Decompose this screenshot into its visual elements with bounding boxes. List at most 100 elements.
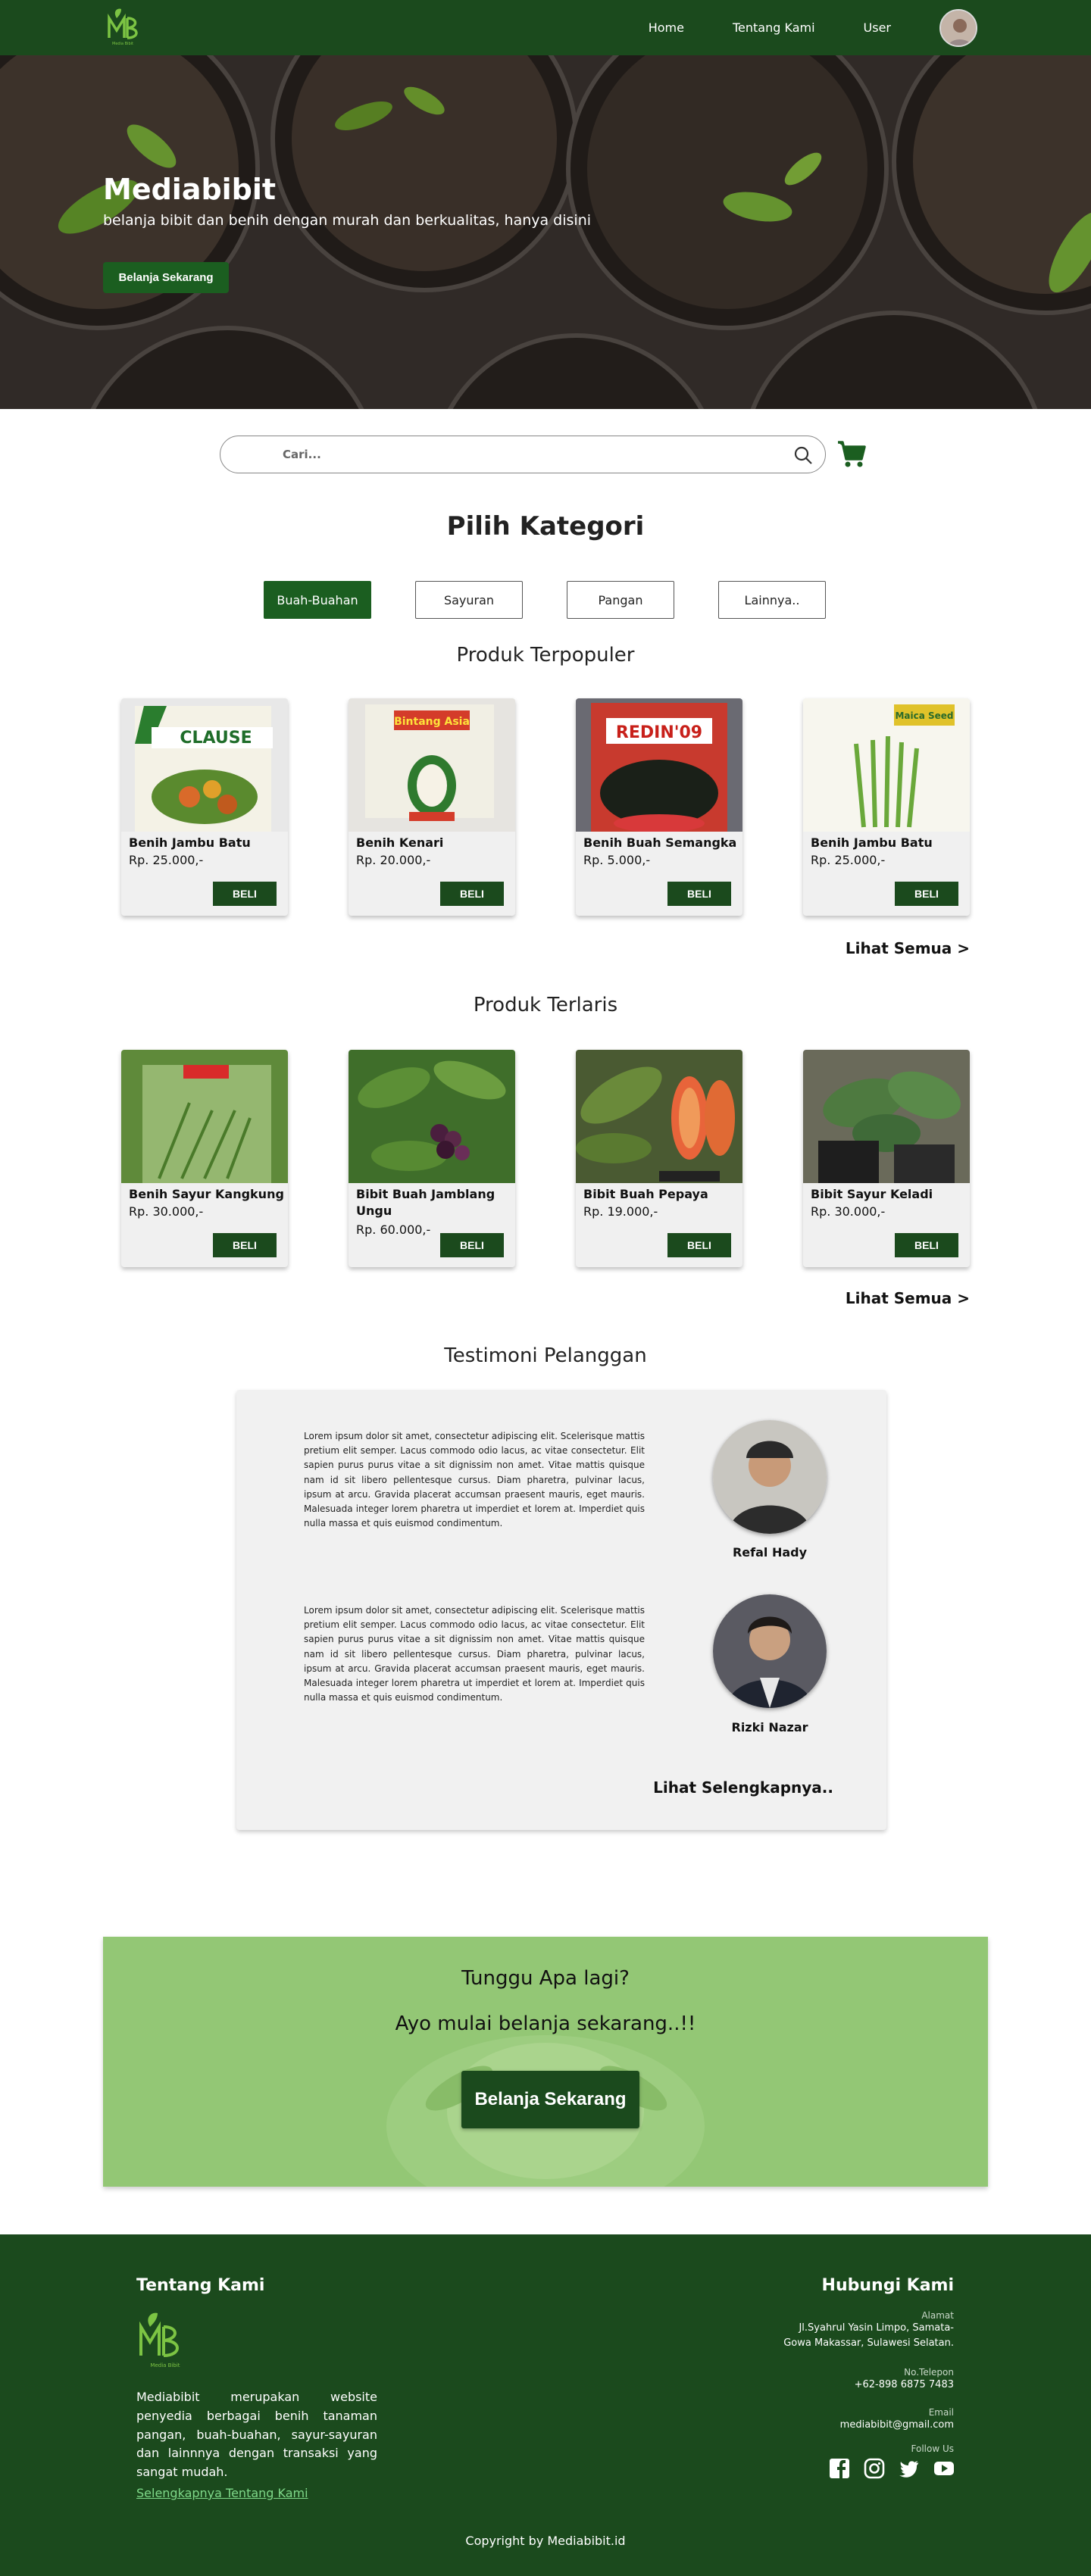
product-card[interactable]: Bibit Buah Pepaya Rp. 19.000,- BELI bbox=[576, 1050, 742, 1267]
testimonial-text: Lorem ipsum dolor sit amet, consectetur … bbox=[304, 1605, 646, 1703]
category-tab-others[interactable]: Lainnya.. bbox=[718, 581, 826, 619]
cta-subtitle: Ayo mulai belanja sekarang..!! bbox=[395, 2012, 696, 2035]
top-navbar: Media Bibit Home Tentang Kami User bbox=[0, 0, 1091, 55]
footer-about-link[interactable]: Selengkapnya Tentang Kami bbox=[136, 2486, 308, 2500]
product-price: Rp. 5.000,- bbox=[583, 853, 651, 867]
product-name: Benih Kenari bbox=[356, 835, 444, 850]
buy-button[interactable]: BELI bbox=[667, 1233, 731, 1257]
category-tab-staples[interactable]: Pangan bbox=[567, 581, 674, 619]
bestseller-see-all-link[interactable]: Lihat Semua > bbox=[846, 1289, 970, 1307]
cart-icon[interactable] bbox=[836, 439, 867, 470]
footer: Tentang Kami Media Bibit Mediabibit meru… bbox=[0, 2234, 1091, 2576]
address-label: Alamat bbox=[921, 2310, 954, 2321]
category-tab-fruits[interactable]: Buah-Buahan bbox=[264, 581, 371, 619]
testimonial-photo bbox=[713, 1420, 827, 1534]
hero-shop-now-button[interactable]: Belanja Sekarang bbox=[103, 262, 229, 293]
hero-banner: Mediabibit belanja bibit dan benih denga… bbox=[0, 55, 1091, 409]
follow-us-label: Follow Us bbox=[911, 2443, 955, 2454]
product-name: Benih Buah Semangka bbox=[583, 835, 737, 850]
testimonials-see-more-link[interactable]: Lihat Selengkapnya.. bbox=[653, 1778, 833, 1797]
cta-shop-now-button[interactable]: Belanja Sekarang bbox=[461, 2071, 639, 2128]
product-card[interactable]: REDIN'09 Benih Buah Semangka Rp. 5.000,-… bbox=[576, 698, 742, 916]
cta-question: Tunggu Apa lagi? bbox=[461, 1967, 630, 1990]
category-tab-vegetables[interactable]: Sayuran bbox=[415, 581, 523, 619]
avatar-image bbox=[941, 10, 976, 45]
product-image: Maica Seed bbox=[803, 698, 970, 832]
bestseller-products-title: Produk Terlaris bbox=[473, 994, 618, 1016]
buy-button[interactable]: BELI bbox=[213, 882, 277, 906]
social-links bbox=[829, 2458, 955, 2479]
buy-button[interactable]: BELI bbox=[440, 1233, 504, 1257]
phone-label: No.Telepon bbox=[904, 2367, 954, 2378]
footer-about-text: Mediabibit merupakan website penyedia be… bbox=[136, 2390, 377, 2480]
nav-home-link[interactable]: Home bbox=[649, 20, 684, 35]
footer-address-block: Alamat Jl.Syahrul Yasin Limpo, Samata-Go… bbox=[772, 2310, 954, 2350]
logo-icon[interactable]: Media Bibit bbox=[102, 5, 144, 47]
product-image bbox=[349, 1050, 515, 1183]
buy-button[interactable]: BELI bbox=[440, 882, 504, 906]
phone-value: +62-898 6875 7483 bbox=[854, 2379, 954, 2390]
footer-logo-icon: Media Bibit bbox=[139, 2312, 180, 2368]
user-avatar[interactable] bbox=[939, 8, 977, 47]
product-name: Bibit Buah Jamblang Ungu bbox=[356, 1187, 495, 1219]
instagram-icon[interactable] bbox=[864, 2458, 885, 2479]
product-name: Bibit Buah Pepaya bbox=[583, 1187, 708, 1201]
testimonial-text: Lorem ipsum dolor sit amet, consectetur … bbox=[304, 1431, 646, 1529]
product-card[interactable]: Bintang Asia Benih Kenari Rp. 20.000,- B… bbox=[349, 698, 515, 916]
popular-products-grid: CLAUSE Benih Jambu Batu Rp. 25.000,- BEL… bbox=[121, 698, 970, 916]
buy-button[interactable]: BELI bbox=[895, 1233, 958, 1257]
testimonial-name: Rizki Nazar bbox=[731, 1720, 808, 1735]
product-card[interactable]: Bibit Sayur Keladi Rp. 30.000,- BELI bbox=[803, 1050, 970, 1267]
product-name: Benih Sayur Kangkung bbox=[129, 1187, 284, 1201]
hero-subtitle: belanja bibit dan benih dengan murah dan… bbox=[103, 212, 592, 229]
product-image: REDIN'09 bbox=[576, 698, 742, 832]
footer-email-block: Email mediabibit@gmail.com bbox=[840, 2407, 954, 2433]
product-name: Bibit Sayur Keladi bbox=[811, 1187, 933, 1201]
product-name: Benih Jambu Batu bbox=[129, 835, 251, 850]
product-price: Rp. 25.000,- bbox=[811, 853, 886, 867]
product-card[interactable]: Maica Seed Benih Jambu Batu Rp. 25.000,-… bbox=[803, 698, 970, 916]
product-card[interactable]: Benih Sayur Kangkung Rp. 30.000,- BELI bbox=[121, 1050, 288, 1267]
testimonials-panel: Lorem ipsum dolor sit amet, consectetur … bbox=[236, 1390, 886, 1830]
testimonial-name: Refal Hady bbox=[732, 1545, 808, 1560]
buy-button[interactable]: BELI bbox=[895, 882, 958, 906]
svg-text:REDIN'09: REDIN'09 bbox=[616, 723, 702, 742]
facebook-icon[interactable] bbox=[829, 2458, 850, 2479]
category-title: Pilih Kategori bbox=[446, 511, 645, 542]
bestseller-products-grid: Benih Sayur Kangkung Rp. 30.000,- BELI B… bbox=[121, 1050, 970, 1267]
product-name: Benih Jambu Batu bbox=[811, 835, 933, 850]
buy-button[interactable]: BELI bbox=[213, 1233, 277, 1257]
product-price: Rp. 19.000,- bbox=[583, 1204, 658, 1219]
product-card[interactable]: Bibit Buah Jamblang Ungu Rp. 60.000,- BE… bbox=[349, 1050, 515, 1267]
email-value[interactable]: mediabibit@gmail.com bbox=[840, 2418, 954, 2433]
product-price: Rp. 30.000,- bbox=[129, 1204, 204, 1219]
footer-about-title: Tentang Kami bbox=[136, 2276, 265, 2295]
youtube-icon[interactable] bbox=[933, 2458, 955, 2479]
svg-text:Media Bibit: Media Bibit bbox=[112, 42, 133, 46]
footer-phone-block: No.Telepon +62-898 6875 7483 bbox=[855, 2367, 954, 2393]
testimonial-photo bbox=[713, 1594, 827, 1708]
hero-title: Mediabibit bbox=[103, 173, 277, 206]
footer-contact-title: Hubungi Kami bbox=[821, 2276, 954, 2295]
product-image: Bintang Asia bbox=[349, 698, 515, 832]
svg-text:Bintang Asia: Bintang Asia bbox=[394, 716, 470, 728]
footer-follow-label: Follow Us bbox=[911, 2443, 955, 2454]
buy-button[interactable]: BELI bbox=[667, 882, 731, 906]
twitter-icon[interactable] bbox=[899, 2458, 920, 2479]
product-price: Rp. 30.000,- bbox=[811, 1204, 886, 1219]
cta-banner: Tunggu Apa lagi? Ayo mulai belanja sekar… bbox=[103, 1937, 988, 2187]
product-image bbox=[121, 1050, 288, 1183]
email-label: Email bbox=[928, 2407, 954, 2418]
product-card[interactable]: CLAUSE Benih Jambu Batu Rp. 25.000,- BEL… bbox=[121, 698, 288, 916]
product-image bbox=[803, 1050, 970, 1183]
product-image bbox=[576, 1050, 742, 1183]
nav-about-link[interactable]: Tentang Kami bbox=[733, 20, 815, 35]
product-image: CLAUSE bbox=[121, 698, 288, 835]
search-input[interactable] bbox=[283, 445, 737, 464]
hero-background-image bbox=[0, 55, 1091, 409]
nav-user-link[interactable]: User bbox=[864, 20, 891, 35]
svg-text:CLAUSE: CLAUSE bbox=[180, 729, 252, 748]
popular-see-all-link[interactable]: Lihat Semua > bbox=[846, 939, 970, 957]
search-icon[interactable] bbox=[793, 445, 813, 465]
address-value: Jl.Syahrul Yasin Limpo, Samata-Gowa Maka… bbox=[783, 2322, 954, 2349]
